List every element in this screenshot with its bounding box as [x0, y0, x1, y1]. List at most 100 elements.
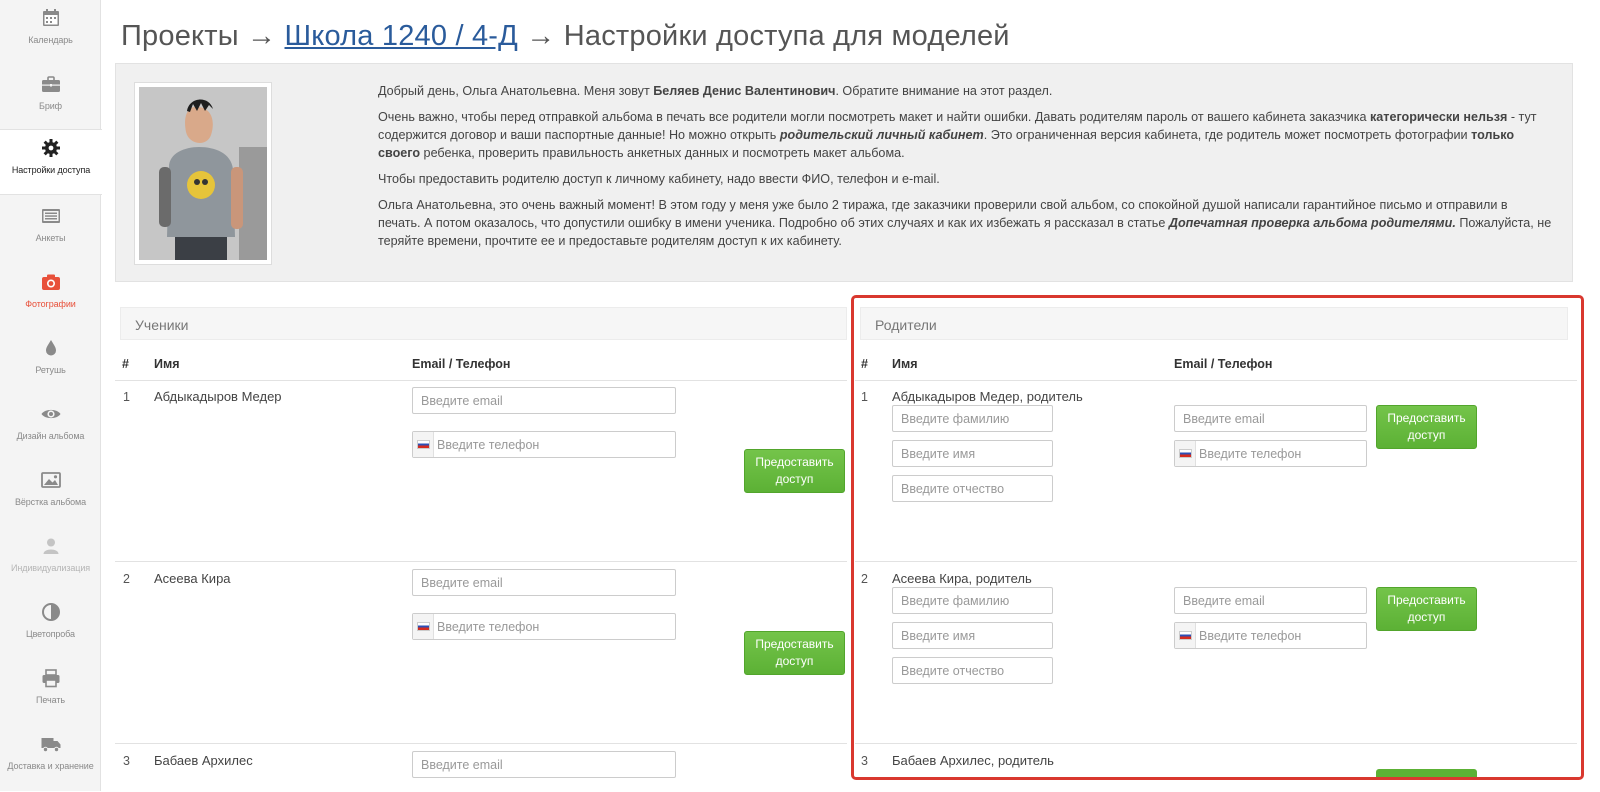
article-link[interactable]: Допечатная проверка альбома родителями. — [1169, 216, 1456, 230]
parent-row-num: 1 — [861, 390, 868, 404]
sidebar-item-individualization[interactable]: Индивидуализация — [0, 528, 101, 594]
flag-glyph — [1179, 449, 1192, 458]
parent-row-num: 2 — [861, 572, 868, 586]
sidebar-item-label: Ретушь — [35, 365, 66, 375]
student-phone-input[interactable] — [435, 614, 673, 639]
breadcrumb-projects: Проекты → — [121, 20, 277, 52]
parents-col-num: # — [861, 357, 868, 371]
info-paragraph-greeting: Добрый день, Ольга Анатольевна. Меня зов… — [378, 82, 1553, 100]
flag-glyph — [417, 622, 430, 631]
student-phone-input[interactable] — [435, 432, 673, 457]
sidebar-item-label: Цветопроба — [26, 629, 75, 639]
sidebar-item-access-settings[interactable]: Настройки доступа — [0, 129, 102, 195]
parent-grant-access-button-partial[interactable] — [1376, 769, 1477, 777]
russia-flag-icon[interactable] — [413, 432, 434, 457]
parent-row-num: 3 — [861, 754, 868, 768]
parent-row-name: Бабаев Архилес, родитель — [892, 753, 1054, 768]
sidebar-item-print[interactable]: Печать — [0, 660, 101, 726]
student-email-input[interactable] — [412, 751, 676, 778]
students-col-num: # — [122, 357, 129, 371]
russia-flag-icon[interactable] — [413, 614, 434, 639]
parent-phone-field[interactable] — [1174, 440, 1367, 467]
briefcase-icon — [41, 76, 60, 92]
flag-glyph — [417, 440, 430, 449]
sidebar-item-retouch[interactable]: Ретушь — [0, 330, 101, 396]
students-col-contact: Email / Телефон — [412, 357, 511, 371]
student-phone-field[interactable] — [412, 431, 676, 458]
sidebar-item-label: Индивидуализация — [10, 563, 91, 573]
breadcrumb-current: → Настройки доступа для моделей — [526, 20, 1010, 52]
breadcrumb-project-link[interactable]: Школа 1240 / 4-Д — [285, 20, 519, 52]
sidebar-item-label: Дизайн альбома — [16, 431, 85, 441]
parent-firstname-input[interactable] — [892, 622, 1053, 649]
parent-phone-field[interactable] — [1174, 622, 1367, 649]
student-email-input[interactable] — [412, 387, 676, 414]
parent-grant-access-button[interactable]: Предоставить доступ — [1376, 405, 1477, 449]
info-paragraph-article: Ольга Анатольевна, это очень важный моме… — [378, 196, 1553, 250]
parent-firstname-input[interactable] — [892, 440, 1053, 467]
text: Добрый день, Ольга Анатольевна. Меня зов… — [378, 84, 654, 98]
manager-photo — [134, 82, 272, 265]
parent-row-name: Асеева Кира, родитель — [892, 571, 1032, 586]
sidebar-item-label: Доставка и хранение — [7, 761, 94, 771]
sidebar-item-brief[interactable]: Бриф — [0, 66, 101, 132]
sidebar: Календарь Бриф Настройки доступа Анкеты … — [0, 0, 102, 792]
russia-flag-icon[interactable] — [1175, 623, 1196, 648]
student-row-num: 2 — [123, 572, 130, 586]
printer-icon — [42, 669, 59, 688]
student-grant-access-button[interactable]: Предоставить доступ — [744, 449, 845, 493]
text: ребенка, проверить правильность анкетных… — [420, 146, 905, 160]
parent-surname-input[interactable] — [892, 587, 1053, 614]
sidebar-item-questionnaires[interactable]: Анкеты — [0, 198, 101, 264]
flag-glyph — [1179, 631, 1192, 640]
student-row-num: 3 — [123, 754, 130, 768]
sidebar-item-calendar[interactable]: Календарь — [0, 0, 101, 66]
row-divider — [855, 561, 1577, 562]
info-box: Добрый день, Ольга Анатольевна. Меня зов… — [115, 63, 1573, 282]
student-grant-access-button[interactable]: Предоставить доступ — [744, 631, 845, 675]
parent-patronymic-input[interactable] — [892, 475, 1053, 502]
user-icon — [43, 538, 58, 554]
parent-email-input[interactable] — [1174, 405, 1367, 432]
drop-icon — [45, 340, 56, 356]
sidebar-item-album-layout[interactable]: Вёрстка альбома — [0, 462, 101, 528]
students-col-name: Имя — [154, 357, 180, 371]
page-title: Проекты → Школа 1240 / 4-Д → Настройки д… — [121, 20, 1010, 53]
info-paragraph-instructions: Чтобы предоставить родителю доступ к лич… — [378, 172, 940, 186]
parent-email-input[interactable] — [1174, 587, 1367, 614]
sidebar-item-color-proof[interactable]: Цветопроба — [0, 594, 101, 660]
text: . Это ограниченная версия кабинета, где … — [983, 128, 1472, 142]
student-email-input[interactable] — [412, 569, 676, 596]
parent-phone-input[interactable] — [1197, 623, 1364, 648]
calendar-icon — [42, 9, 59, 26]
camera-icon — [41, 274, 60, 290]
manager-photo-image — [139, 87, 267, 260]
eye-icon — [41, 409, 60, 419]
student-phone-field[interactable] — [412, 613, 676, 640]
parents-col-contact: Email / Телефон — [1174, 357, 1273, 371]
sidebar-item-album-design[interactable]: Дизайн альбома — [0, 396, 101, 462]
sidebar-item-delivery[interactable]: Доставка и хранение — [0, 726, 101, 792]
sidebar-item-label: Анкеты — [35, 233, 66, 243]
text: Очень важно, чтобы перед отправкой альбо… — [378, 110, 1370, 124]
parent-phone-input[interactable] — [1197, 441, 1364, 466]
students-section-header: Ученики — [120, 307, 847, 340]
student-row-num: 1 — [123, 390, 130, 404]
info-text: Добрый день, Ольга Анатольевна. Меня зов… — [378, 82, 1553, 258]
russia-flag-icon[interactable] — [1175, 441, 1196, 466]
sidebar-item-label: Календарь — [28, 35, 73, 45]
sidebar-item-label: Вёрстка альбома — [14, 497, 87, 507]
parent-surname-input[interactable] — [892, 405, 1053, 432]
parents-header-divider — [855, 380, 1577, 381]
sidebar-item-label: Печать — [36, 695, 65, 705]
row-divider — [115, 561, 847, 562]
parent-patronymic-input[interactable] — [892, 657, 1053, 684]
parents-section-header: Родители — [860, 307, 1568, 340]
sidebar-item-photos[interactable]: Фотографии — [0, 264, 101, 330]
info-paragraph-warning: Очень важно, чтобы перед отправкой альбо… — [378, 108, 1553, 162]
students-header-divider — [115, 380, 847, 381]
truck-icon — [41, 738, 60, 753]
student-row-name: Бабаев Архилес — [154, 753, 253, 768]
parent-grant-access-button[interactable]: Предоставить доступ — [1376, 587, 1477, 631]
list-icon — [41, 209, 60, 223]
